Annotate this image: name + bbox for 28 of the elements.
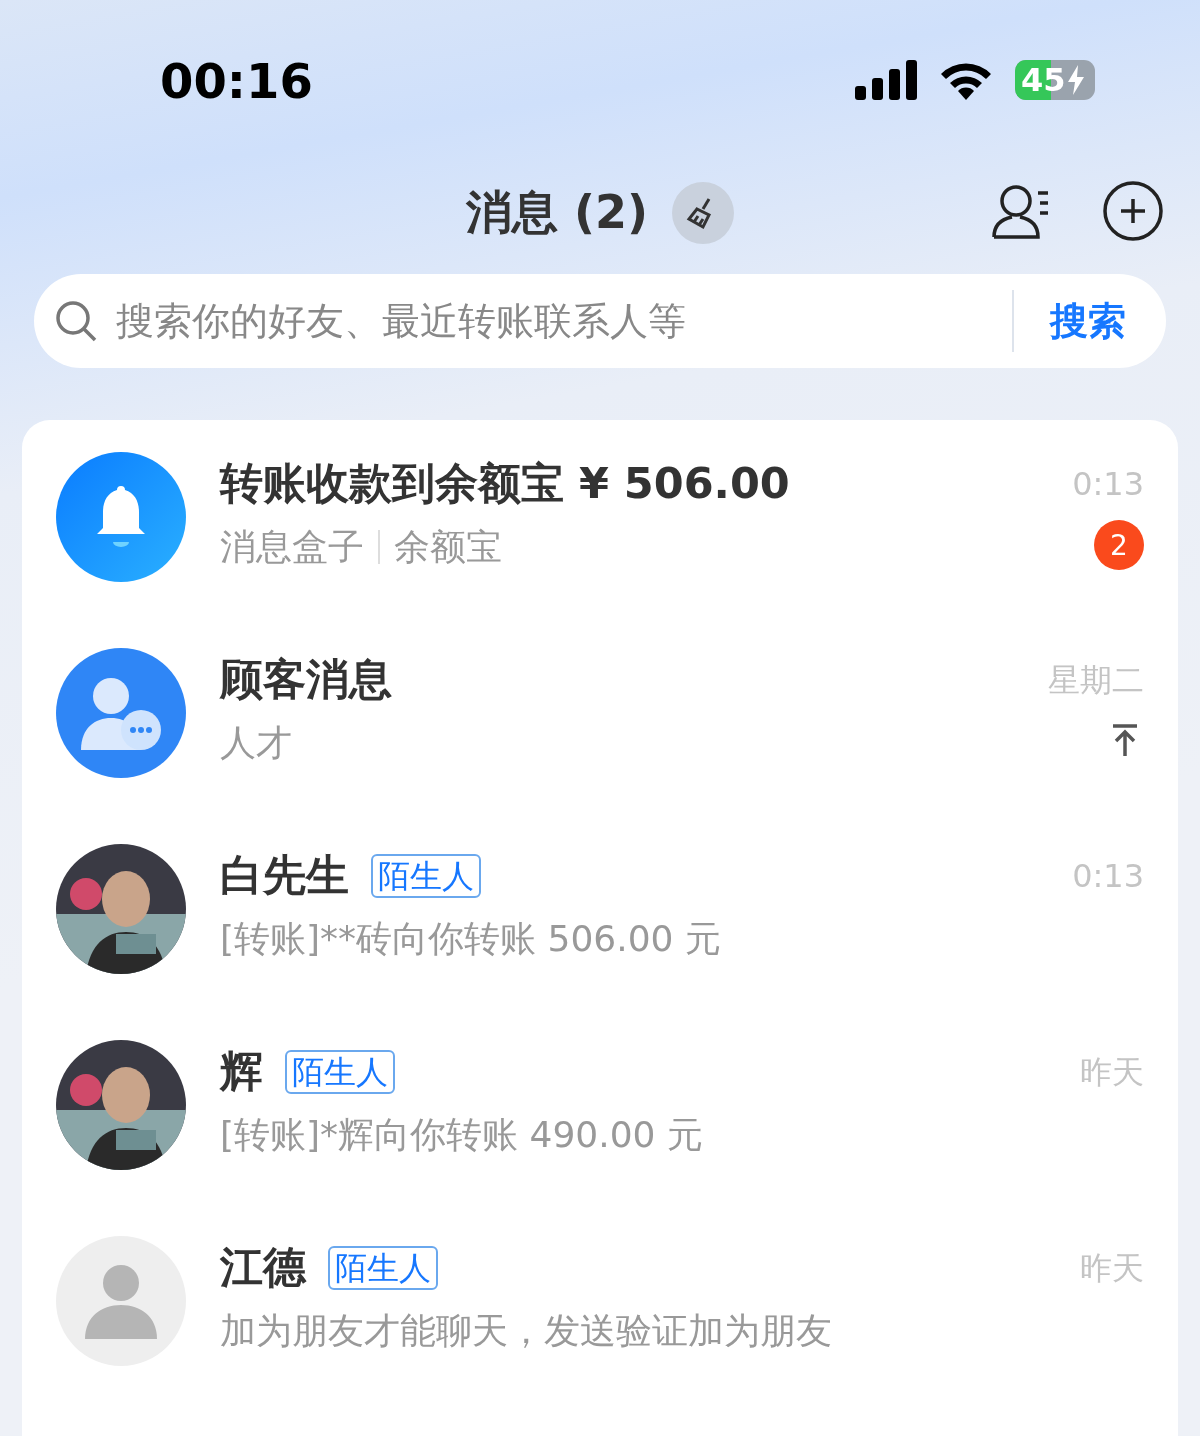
- message-title: 转账收款到余额宝 ¥ 506.00: [220, 457, 790, 510]
- message-preview: 加为朋友才能聊天，发送验证加为朋友: [220, 1308, 832, 1353]
- search-button[interactable]: 搜索: [1050, 295, 1126, 347]
- message-time: 0:13: [1072, 856, 1144, 897]
- message-title: 顾客消息: [220, 653, 392, 706]
- message-time: 星期二: [1048, 660, 1144, 701]
- search-icon: [54, 299, 98, 343]
- status-time: 00:16: [160, 53, 313, 109]
- battery-icon: 45: [1015, 60, 1095, 100]
- message-time: 0:13: [1072, 464, 1144, 505]
- stranger-tag: 陌生人: [371, 854, 481, 898]
- stranger-tag: 陌生人: [285, 1050, 395, 1094]
- message-preview: 人才: [220, 720, 292, 765]
- message-title: 白先生: [220, 849, 349, 902]
- message-title: 江德: [220, 1241, 306, 1294]
- page-title: 消息 (2): [465, 184, 649, 241]
- message-preview: [转账]**砖向你转账 506.00 元: [220, 916, 721, 961]
- signal-icon: [855, 60, 917, 100]
- message-title: 辉: [220, 1045, 263, 1098]
- add-icon[interactable]: [1102, 180, 1164, 242]
- message-preview: 消息盒子: [220, 524, 364, 569]
- message-preview: [转账]*辉向你转账 490.00 元: [220, 1112, 703, 1157]
- message-time: 昨天: [1080, 1052, 1144, 1093]
- search-field[interactable]: 搜索你的好友、最近转账联系人等 搜索: [34, 274, 1166, 368]
- message-time: 昨天: [1080, 1248, 1144, 1289]
- unread-badge: 2: [1094, 520, 1144, 570]
- message-preview: 余额宝: [394, 524, 502, 569]
- stranger-tag: 陌生人: [328, 1246, 438, 1290]
